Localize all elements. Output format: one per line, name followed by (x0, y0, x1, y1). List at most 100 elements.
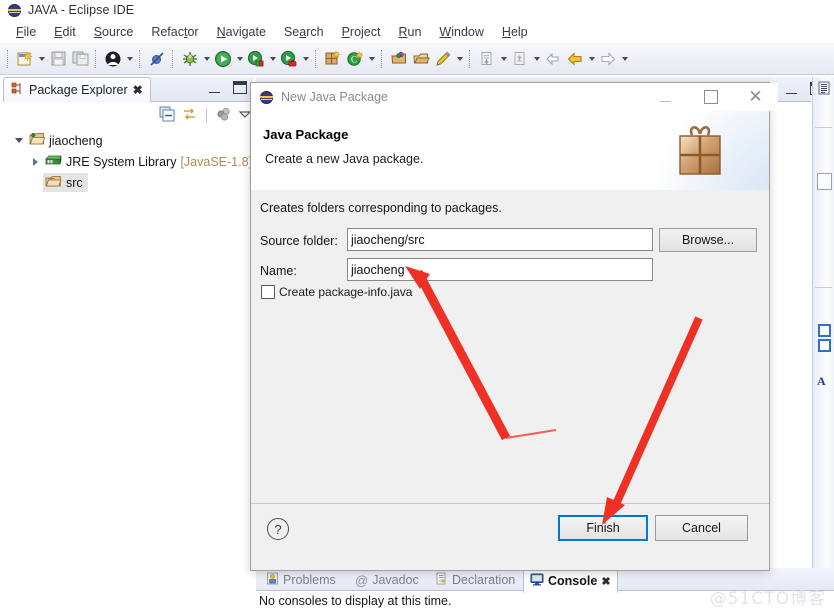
tab-declaration-label: Declaration (452, 573, 516, 587)
new-wizard-icon[interactable] (14, 48, 36, 70)
package-explorer-icon (11, 82, 24, 98)
new-wizard-dropdown-icon[interactable] (36, 48, 47, 70)
package-explorer-tab-label: Package Explorer (29, 83, 128, 97)
package-name-input[interactable] (347, 258, 653, 281)
new-java-class-icon[interactable]: C (344, 48, 366, 70)
tab-javadoc[interactable]: @ Javadoc (349, 570, 425, 590)
back-small-icon[interactable] (542, 48, 564, 70)
menu-source[interactable]: Source (85, 23, 143, 41)
tree-item-src[interactable]: src (3, 172, 253, 193)
menu-file[interactable]: File (7, 23, 45, 41)
package-explorer-window-buttons (209, 81, 247, 94)
minimize-button[interactable] (643, 83, 688, 111)
close-button[interactable]: ✕ (733, 83, 778, 111)
strip-divider (815, 127, 832, 128)
minimize-icon[interactable] (786, 84, 797, 94)
menu-window[interactable]: Window (430, 23, 492, 41)
menu-navigate[interactable]: Navigate (208, 23, 275, 41)
blue-square-icon[interactable] (818, 339, 831, 352)
forward-dropdown-icon[interactable] (619, 48, 630, 70)
menu-search[interactable]: Search (275, 23, 333, 41)
dialog-footer: ? Finish Cancel (251, 504, 769, 569)
minimize-icon (660, 93, 671, 102)
collapse-all-icon[interactable] (159, 106, 176, 126)
coverage-icon[interactable] (245, 48, 267, 70)
dialog-title: New Java Package (281, 90, 389, 104)
dialog-subheading: Create a new Java package. (265, 152, 424, 166)
blue-square-icon[interactable] (818, 324, 831, 337)
tab-console[interactable]: Console ✖ (523, 569, 618, 593)
menu-help[interactable]: Help (493, 23, 537, 41)
save-all-icon[interactable] (69, 48, 91, 70)
eclipse-logo-icon (8, 3, 21, 17)
source-folder-input[interactable] (347, 228, 653, 251)
coverage-dropdown-icon[interactable] (267, 48, 278, 70)
declaration-icon (435, 572, 448, 588)
finish-button[interactable]: Finish (558, 515, 648, 541)
menu-project[interactable]: Project (333, 23, 390, 41)
toolbar-separator (469, 49, 472, 68)
new-java-class-dropdown-icon[interactable] (366, 48, 377, 70)
maximize-button[interactable] (688, 83, 733, 111)
skip-breakpoints-icon[interactable] (146, 48, 168, 70)
create-package-info-checkbox[interactable] (261, 285, 275, 299)
close-tab-icon[interactable]: ✖ (601, 575, 610, 588)
minimize-icon[interactable] (209, 83, 220, 93)
close-icon: ✕ (748, 86, 763, 107)
open-type-icon[interactable] (388, 48, 410, 70)
maximize-icon[interactable] (233, 81, 247, 94)
maximize-icon (703, 90, 718, 104)
chevron-down-icon[interactable] (13, 135, 25, 147)
task-list-box-icon[interactable] (817, 173, 832, 190)
save-icon[interactable] (47, 48, 69, 70)
back-dropdown-icon[interactable] (586, 48, 597, 70)
search-marker-icon[interactable] (432, 48, 454, 70)
next-annotation-dropdown-icon[interactable] (498, 48, 509, 70)
user-profile-dropdown-icon[interactable] (124, 48, 135, 70)
new-java-package-icon[interactable] (322, 48, 344, 70)
letter-a-icon[interactable]: A (817, 374, 826, 389)
debug-icon[interactable] (179, 48, 201, 70)
tree-item-src-selection[interactable]: src (43, 173, 88, 192)
create-package-info-label: Create package-info.java (279, 285, 413, 299)
source-folder-label: Source folder: (260, 234, 338, 248)
debug-dropdown-icon[interactable] (201, 48, 212, 70)
menu-run[interactable]: Run (389, 23, 430, 41)
user-profile-icon[interactable] (102, 48, 124, 70)
window-title: JAVA - Eclipse IDE (28, 3, 135, 17)
tree-item-project[interactable]: jiaocheng (3, 130, 253, 151)
tab-package-explorer[interactable]: Package Explorer ✖ (3, 77, 151, 102)
watermark-text: @51CTO博客 (709, 589, 826, 609)
view-filter-icon[interactable] (215, 106, 232, 126)
open-task-icon[interactable] (410, 48, 432, 70)
profile-dropdown-icon[interactable] (300, 48, 311, 70)
problems-icon (266, 572, 279, 588)
run-icon[interactable] (212, 48, 234, 70)
cancel-button[interactable]: Cancel (655, 515, 748, 541)
run-dropdown-icon[interactable] (234, 48, 245, 70)
menu-edit[interactable]: Edit (45, 23, 85, 41)
tab-problems[interactable]: Problems (260, 570, 342, 590)
help-icon[interactable]: ? (267, 518, 289, 540)
tab-javadoc-label: Javadoc (372, 573, 419, 587)
profile-icon[interactable] (278, 48, 300, 70)
tab-declaration[interactable]: Declaration (429, 570, 521, 590)
search-marker-dropdown-icon[interactable] (454, 48, 465, 70)
dialog-heading: Java Package (263, 127, 349, 142)
close-tab-icon[interactable]: ✖ (133, 83, 143, 97)
new-java-package-dialog: New Java Package ✕ Java Package Create a… (250, 82, 778, 571)
forward-icon[interactable] (597, 48, 619, 70)
outline-view-icon[interactable] (817, 81, 831, 95)
browse-button[interactable]: Browse... (659, 228, 757, 252)
back-icon[interactable] (564, 48, 586, 70)
link-with-editor-icon[interactable] (181, 106, 198, 126)
menu-refactor[interactable]: Refactor (142, 23, 207, 41)
package-explorer-view: Package Explorer ✖ jiaocheng JRE System … (3, 77, 261, 577)
previous-annotation-dropdown-icon[interactable] (531, 48, 542, 70)
next-annotation-icon[interactable] (476, 48, 498, 70)
chevron-right-icon[interactable] (29, 156, 41, 168)
tree-item-jre-library[interactable]: JRE System Library [JavaSE-1.8] (3, 151, 253, 172)
console-icon (530, 573, 544, 589)
previous-annotation-icon[interactable] (509, 48, 531, 70)
create-package-info-row[interactable]: Create package-info.java (261, 285, 412, 299)
